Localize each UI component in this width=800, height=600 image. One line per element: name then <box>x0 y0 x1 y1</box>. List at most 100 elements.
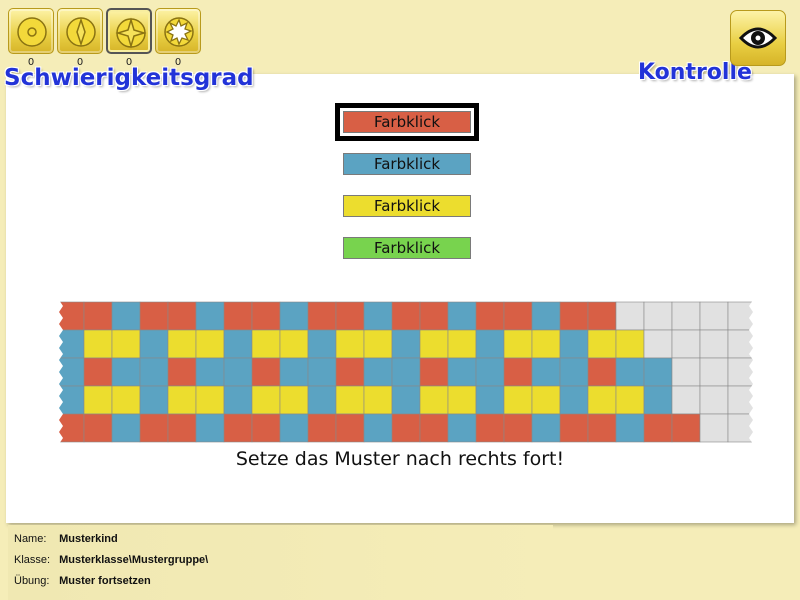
color-button-green[interactable]: Farbklick <box>343 237 471 259</box>
pattern-cell[interactable] <box>83 357 113 387</box>
pattern-cell[interactable] <box>251 385 281 415</box>
color-button-red[interactable]: Farbklick <box>335 103 479 141</box>
pattern-cell[interactable] <box>279 357 309 387</box>
pattern-cell[interactable] <box>475 301 505 331</box>
color-button-blue[interactable]: Farbklick <box>343 153 471 175</box>
pattern-cell[interactable] <box>447 329 477 359</box>
pattern-cell[interactable] <box>531 329 561 359</box>
pattern-cell[interactable] <box>699 357 729 387</box>
pattern-cell[interactable] <box>531 301 561 331</box>
pattern-cell[interactable] <box>335 301 365 331</box>
pattern-cell[interactable] <box>559 301 589 331</box>
pattern-cell[interactable] <box>559 413 589 443</box>
pattern-cell[interactable] <box>363 413 393 443</box>
pattern-cell[interactable] <box>615 301 645 331</box>
pattern-cell[interactable] <box>251 329 281 359</box>
pattern-cell[interactable] <box>531 413 561 443</box>
pattern-cell[interactable] <box>307 357 337 387</box>
pattern-cell[interactable] <box>643 301 673 331</box>
pattern-cell[interactable] <box>251 357 281 387</box>
pattern-cell[interactable] <box>419 357 449 387</box>
pattern-grid[interactable] <box>56 300 756 444</box>
pattern-cell[interactable] <box>223 357 253 387</box>
pattern-cell[interactable] <box>503 413 533 443</box>
pattern-cell[interactable] <box>615 357 645 387</box>
pattern-cell[interactable] <box>391 301 421 331</box>
pattern-cell[interactable] <box>167 385 197 415</box>
pattern-cell[interactable] <box>279 385 309 415</box>
pattern-cell[interactable] <box>139 329 169 359</box>
pattern-cell[interactable] <box>587 385 617 415</box>
pattern-cell[interactable] <box>251 301 281 331</box>
pattern-cell[interactable] <box>587 413 617 443</box>
pattern-cell[interactable] <box>363 385 393 415</box>
pattern-cell[interactable] <box>587 357 617 387</box>
pattern-cell[interactable] <box>615 329 645 359</box>
pattern-cell[interactable] <box>699 301 729 331</box>
pattern-cell[interactable] <box>223 329 253 359</box>
pattern-cell[interactable] <box>531 357 561 387</box>
pattern-cell[interactable] <box>363 357 393 387</box>
pattern-cell[interactable] <box>447 301 477 331</box>
pattern-cell[interactable] <box>391 357 421 387</box>
pattern-cell[interactable] <box>167 301 197 331</box>
pattern-cell[interactable] <box>475 385 505 415</box>
pattern-cell[interactable] <box>699 329 729 359</box>
pattern-cell[interactable] <box>111 329 141 359</box>
pattern-cell[interactable] <box>223 301 253 331</box>
pattern-cell[interactable] <box>419 413 449 443</box>
pattern-cell[interactable] <box>643 357 673 387</box>
pattern-cell[interactable] <box>643 413 673 443</box>
pattern-cell[interactable] <box>447 357 477 387</box>
pattern-cell[interactable] <box>167 329 197 359</box>
check-button[interactable] <box>730 10 786 66</box>
pattern-cell[interactable] <box>475 357 505 387</box>
pattern-cell[interactable] <box>307 385 337 415</box>
pattern-cell[interactable] <box>503 385 533 415</box>
pattern-cell[interactable] <box>167 413 197 443</box>
pattern-cell[interactable] <box>111 385 141 415</box>
pattern-cell[interactable] <box>139 357 169 387</box>
pattern-cell[interactable] <box>195 413 225 443</box>
pattern-cell[interactable] <box>83 301 113 331</box>
pattern-cell[interactable] <box>503 329 533 359</box>
pattern-cell[interactable] <box>615 413 645 443</box>
pattern-cell[interactable] <box>111 413 141 443</box>
pattern-cell[interactable] <box>195 357 225 387</box>
pattern-cell[interactable] <box>587 301 617 331</box>
pattern-cell[interactable] <box>83 385 113 415</box>
pattern-cell[interactable] <box>391 413 421 443</box>
pattern-cell[interactable] <box>419 329 449 359</box>
pattern-cell[interactable] <box>503 301 533 331</box>
pattern-cell[interactable] <box>447 385 477 415</box>
pattern-cell[interactable] <box>279 301 309 331</box>
pattern-cell[interactable] <box>587 329 617 359</box>
pattern-cell[interactable] <box>139 385 169 415</box>
pattern-cell[interactable] <box>671 329 701 359</box>
pattern-cell[interactable] <box>475 329 505 359</box>
pattern-cell[interactable] <box>671 357 701 387</box>
pattern-cell[interactable] <box>391 329 421 359</box>
pattern-cell[interactable] <box>503 357 533 387</box>
pattern-cell[interactable] <box>699 385 729 415</box>
pattern-cell[interactable] <box>615 385 645 415</box>
pattern-cell[interactable] <box>251 413 281 443</box>
pattern-cell[interactable] <box>111 357 141 387</box>
pattern-cell[interactable] <box>335 385 365 415</box>
pattern-cell[interactable] <box>559 329 589 359</box>
pattern-cell[interactable] <box>195 329 225 359</box>
pattern-cell[interactable] <box>671 385 701 415</box>
pattern-cell[interactable] <box>307 329 337 359</box>
pattern-cell[interactable] <box>139 301 169 331</box>
pattern-cell[interactable] <box>531 385 561 415</box>
pattern-cell[interactable] <box>419 301 449 331</box>
pattern-cell[interactable] <box>195 385 225 415</box>
pattern-cell[interactable] <box>335 413 365 443</box>
pattern-cell[interactable] <box>335 357 365 387</box>
color-button-yellow[interactable]: Farbklick <box>343 195 471 217</box>
pattern-cell[interactable] <box>83 329 113 359</box>
pattern-cell[interactable] <box>139 413 169 443</box>
pattern-cell[interactable] <box>223 413 253 443</box>
pattern-cell[interactable] <box>391 385 421 415</box>
pattern-cell[interactable] <box>559 357 589 387</box>
